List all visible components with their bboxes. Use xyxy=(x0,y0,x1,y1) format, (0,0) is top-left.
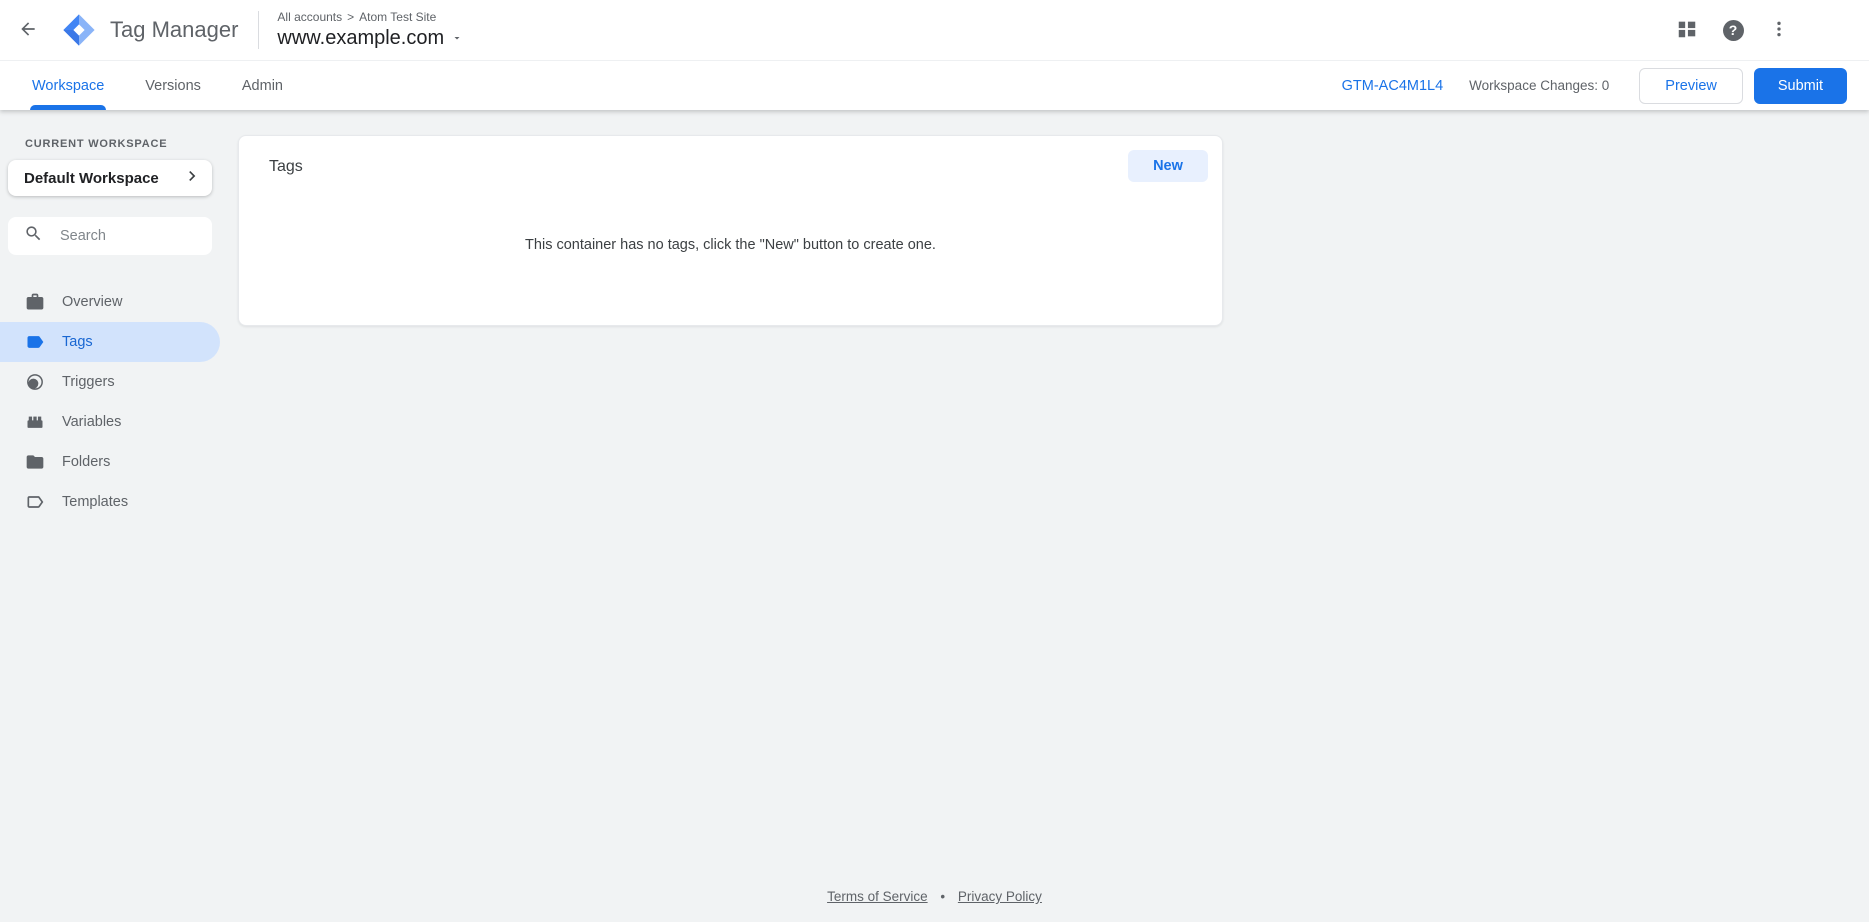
footer-separator: • xyxy=(940,889,945,904)
new-tag-button[interactable]: New xyxy=(1128,150,1208,182)
chevron-right-icon xyxy=(182,166,202,191)
preview-button[interactable]: Preview xyxy=(1639,68,1743,104)
tags-card-header: Tags New xyxy=(239,136,1222,182)
help-icon: ? xyxy=(1723,20,1744,41)
gtm-page: Tag Manager All accounts > Atom Test Sit… xyxy=(0,0,1869,922)
sidebar-item-label: Templates xyxy=(62,494,128,510)
variable-icon xyxy=(25,412,45,432)
card-title: Tags xyxy=(269,150,303,176)
tab-workspace[interactable]: Workspace xyxy=(30,61,106,110)
sidebar-item-overview[interactable]: Overview xyxy=(0,282,220,322)
template-icon xyxy=(25,492,45,512)
back-button[interactable] xyxy=(8,10,48,50)
breadcrumb-container-link[interactable]: Atom Test Site xyxy=(359,10,436,24)
sidebar: CURRENT WORKSPACE Default Workspace xyxy=(0,110,220,522)
app-title: Tag Manager xyxy=(110,17,238,43)
workspace-name: Default Workspace xyxy=(24,170,182,187)
sidebar-item-label: Tags xyxy=(62,334,93,350)
header-actions: ? xyxy=(1667,10,1869,50)
container-domain: www.example.com xyxy=(277,27,444,50)
help-button[interactable]: ? xyxy=(1713,10,1753,50)
tab-versions[interactable]: Versions xyxy=(143,61,203,110)
trigger-icon xyxy=(25,372,45,392)
submit-button[interactable]: Submit xyxy=(1754,68,1847,104)
sidebar-item-label: Folders xyxy=(62,454,110,470)
sidebar-item-label: Triggers xyxy=(62,374,115,390)
tag-manager-logo-icon[interactable] xyxy=(62,13,96,47)
sidebar-item-variables[interactable]: Variables xyxy=(0,402,220,442)
search-box xyxy=(8,217,212,255)
main-panel: Tags New This container has no tags, cli… xyxy=(238,135,1223,326)
workspace-changes-count: 0 xyxy=(1602,78,1610,93)
sidebar-item-tags[interactable]: Tags xyxy=(0,322,220,362)
workspace-selector[interactable]: Default Workspace xyxy=(8,160,212,196)
empty-state-message: This container has no tags, click the "N… xyxy=(239,237,1222,253)
page-footer: Terms of Service • Privacy Policy xyxy=(0,889,1869,904)
overview-icon xyxy=(25,292,45,312)
privacy-policy-link[interactable]: Privacy Policy xyxy=(958,889,1042,904)
three-dots-icon xyxy=(1769,19,1789,42)
breadcrumb: All accounts > Atom Test Site www.exampl… xyxy=(277,10,463,50)
sidebar-item-folders[interactable]: Folders xyxy=(0,442,220,482)
search-input[interactable] xyxy=(60,228,200,244)
caret-down-icon xyxy=(451,31,463,49)
terms-of-service-link[interactable]: Terms of Service xyxy=(827,889,928,904)
container-selector[interactable]: www.example.com xyxy=(277,27,463,50)
sidebar-nav: Overview Tags Triggers xyxy=(0,282,220,522)
header-divider xyxy=(258,11,259,49)
apps-grid-icon xyxy=(1676,18,1698,43)
container-id-link[interactable]: GTM-AC4M1L4 xyxy=(1342,78,1444,94)
tab-bar: Workspace Versions Admin GTM-AC4M1L4 Wor… xyxy=(0,60,1869,110)
workspace-changes: Workspace Changes: 0 xyxy=(1469,78,1609,93)
sidebar-item-templates[interactable]: Templates xyxy=(0,482,220,522)
sidebar-item-label: Overview xyxy=(62,294,122,310)
tag-icon xyxy=(25,332,45,352)
back-arrow-icon xyxy=(18,19,38,42)
app-header: Tag Manager All accounts > Atom Test Sit… xyxy=(0,0,1869,60)
tabbar-actions: GTM-AC4M1L4 Workspace Changes: 0 Preview… xyxy=(1342,61,1869,110)
tags-card: Tags New This container has no tags, cli… xyxy=(238,135,1223,326)
sidebar-item-triggers[interactable]: Triggers xyxy=(0,362,220,402)
breadcrumb-separator: > xyxy=(347,10,354,24)
tab-admin[interactable]: Admin xyxy=(240,61,285,110)
folder-icon xyxy=(25,452,45,472)
apps-grid-button[interactable] xyxy=(1667,10,1707,50)
more-options-button[interactable] xyxy=(1759,10,1799,50)
search-icon xyxy=(24,224,43,248)
current-workspace-label: CURRENT WORKSPACE xyxy=(25,138,220,150)
content-area: CURRENT WORKSPACE Default Workspace xyxy=(0,110,1869,922)
sidebar-item-label: Variables xyxy=(62,414,121,430)
workspace-changes-label: Workspace Changes: xyxy=(1469,78,1598,93)
breadcrumb-all-accounts-link[interactable]: All accounts xyxy=(277,10,342,24)
